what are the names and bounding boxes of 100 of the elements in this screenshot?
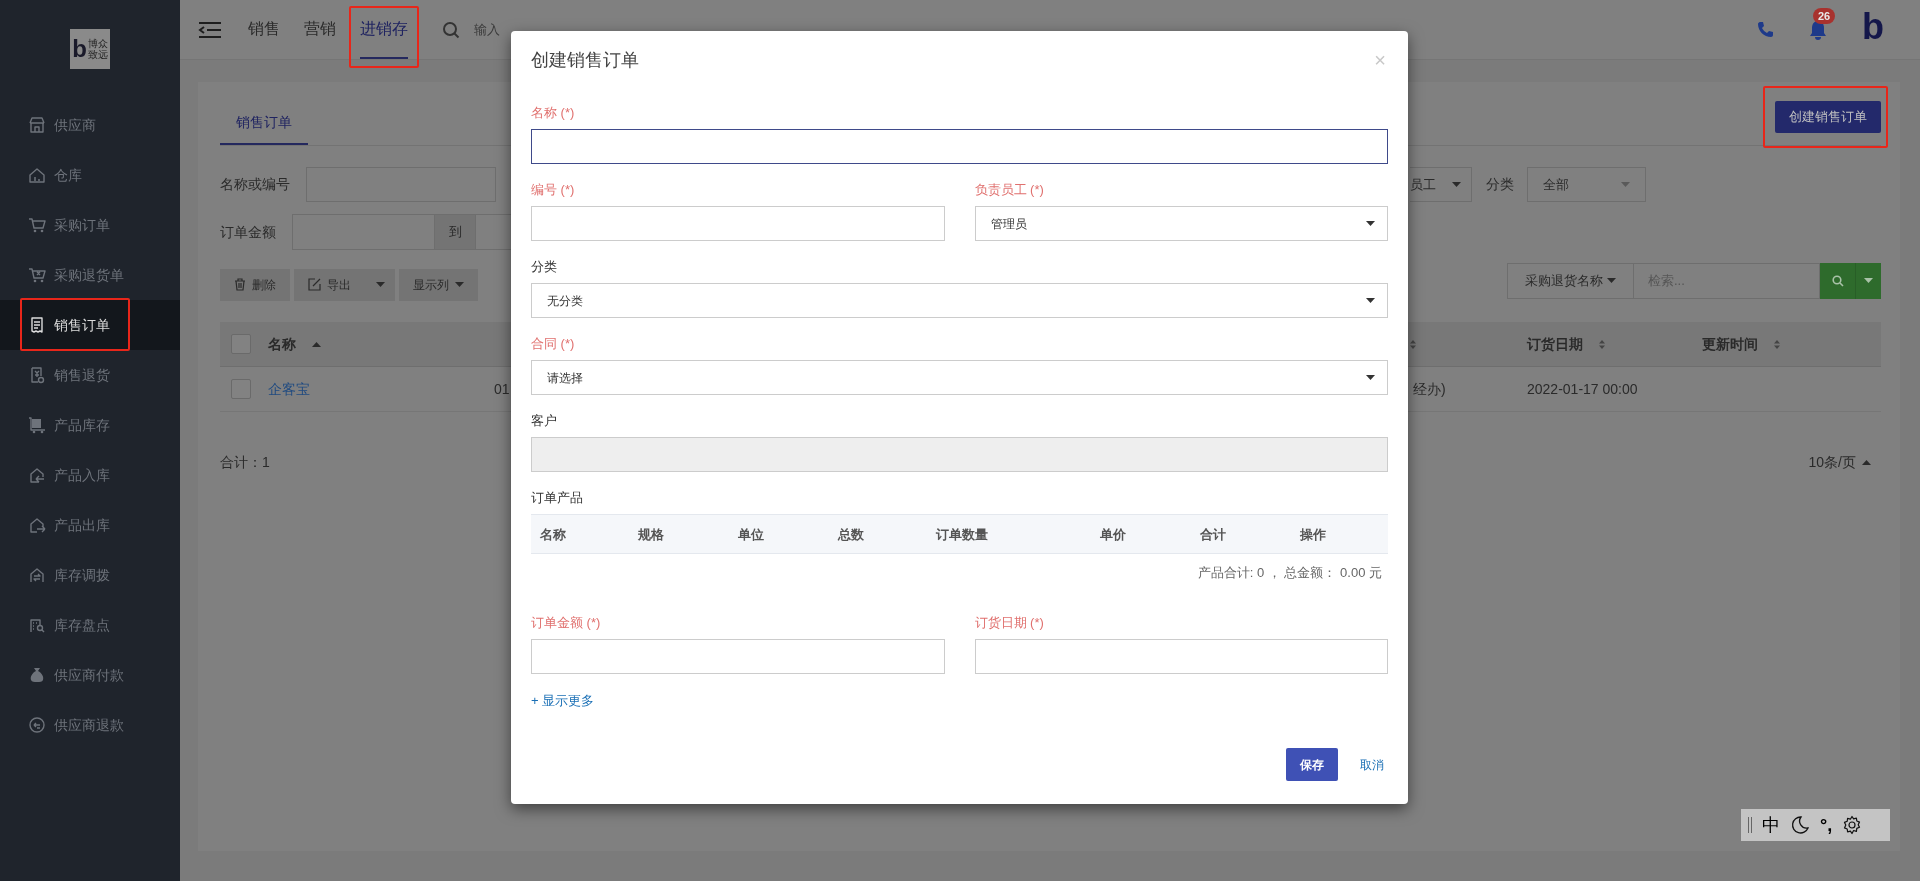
column-header: 订单数量 — [936, 527, 988, 542]
nav-tab[interactable]: 销售 — [248, 0, 280, 59]
input-mode-button[interactable]: 中 — [1762, 816, 1780, 834]
sidebar-item[interactable]: 供应商退款 — [0, 700, 180, 750]
checkbox[interactable] — [231, 334, 251, 354]
dropdown-toggle[interactable] — [365, 268, 395, 301]
toolbar-button[interactable]: 导出 — [294, 268, 365, 301]
search-button[interactable] — [1820, 262, 1855, 299]
column-header: 名称 — [268, 334, 296, 354]
category-dropdown[interactable]: 全部 — [1527, 167, 1646, 202]
caret-icon — [375, 282, 385, 287]
search-icon — [442, 20, 460, 39]
dropdown-field[interactable]: 请选择 — [531, 360, 1388, 395]
text-input-field[interactable] — [531, 129, 1388, 164]
notification-badge: 26 — [1813, 7, 1836, 24]
sidebar-item[interactable]: 供应商 — [0, 100, 180, 150]
sidebar-item[interactable]: 供应商付款 — [0, 650, 180, 700]
filter-label: 名称或编号 — [220, 175, 291, 194]
menu-icon[interactable] — [198, 21, 222, 38]
trash-icon — [234, 278, 246, 291]
sidebar-item[interactable]: 库存调拨 — [0, 550, 180, 600]
product-summary: 产品合计: 0 ， 总金额： 0.00 元 — [1197, 564, 1383, 582]
search-icon — [1831, 274, 1844, 287]
search-field-dropdown[interactable]: 采购退货名称 — [1507, 262, 1634, 299]
search-field[interactable]: 输入 — [474, 19, 674, 40]
caret-up-icon — [1862, 460, 1871, 465]
column-header: 总数 — [838, 527, 864, 542]
toolbar-button[interactable]: 显示列 — [399, 268, 478, 301]
create-order-button[interactable]: 创建销售订单 — [1775, 101, 1881, 133]
order-name-link[interactable]: 企客宝 — [268, 378, 494, 400]
column-header: 操作 — [1300, 527, 1326, 542]
toolbar-button[interactable]: 删除 — [220, 268, 290, 301]
sidebar-item[interactable]: 采购退货单 — [0, 250, 180, 300]
dialog-title: 创建销售订单 — [531, 48, 639, 72]
house-arrow-icon — [28, 516, 46, 534]
caret-icon — [1452, 182, 1461, 187]
cart-icon — [28, 266, 46, 284]
sidebar-item[interactable]: 产品库存 — [0, 400, 180, 450]
filter-label: 分类 — [1486, 175, 1514, 194]
column-header: 规格 — [638, 527, 664, 542]
filter-label: 订单金额 — [220, 222, 277, 242]
dropdown-field[interactable]: 管理员 — [974, 206, 1388, 241]
house-icon — [28, 166, 46, 184]
bell-icon[interactable] — [1808, 19, 1828, 40]
dropdown-field[interactable]: 无分类 — [531, 283, 1388, 318]
sidebar-item[interactable]: 产品出库 — [0, 500, 180, 550]
sort-ascending-icon[interactable] — [312, 341, 321, 347]
phone-icon[interactable] — [1756, 20, 1774, 39]
trolley-icon — [28, 416, 46, 434]
sort-icon[interactable] — [1774, 339, 1780, 349]
settings-icon[interactable] — [1842, 815, 1863, 835]
brand-logo: b — [1862, 8, 1884, 45]
checkbox[interactable] — [231, 379, 251, 399]
document-icon — [28, 366, 46, 384]
sidebar-item[interactable]: 仓库 — [0, 150, 180, 200]
column-header: 单位 — [738, 527, 764, 542]
page-tab[interactable]: 销售订单 — [220, 101, 308, 145]
sort-icon[interactable] — [1599, 339, 1605, 349]
sidebar-item[interactable]: 产品入库 — [0, 450, 180, 500]
field-label: 名称 (*) — [531, 104, 576, 122]
moon-icon[interactable] — [1790, 815, 1810, 835]
field-label: 订单金额 (*) — [531, 614, 602, 632]
sidebar-item[interactable]: 销售退货 — [0, 350, 180, 400]
show-more-link[interactable]: + 显示更多 — [531, 691, 595, 711]
table-cell: 2022-01-17 00:00 — [1527, 381, 1638, 397]
field-label: 客户 — [531, 412, 558, 430]
column-header: 订货日期 — [1527, 334, 1583, 354]
save-button[interactable]: 保存 — [1286, 748, 1338, 781]
dropdown-toggle[interactable] — [1855, 262, 1881, 299]
nav-tab[interactable]: 营销 — [304, 0, 336, 59]
sort-icon[interactable] — [1410, 339, 1416, 349]
field-label: 合同 (*) — [531, 335, 576, 353]
sidebar-item[interactable]: 采购订单 — [0, 200, 180, 250]
cancel-link[interactable]: 取消 — [1360, 755, 1384, 774]
table-cell-text: 经办) — [1412, 381, 1446, 397]
caret-icon — [1864, 278, 1873, 283]
grip-icon[interactable] — [1748, 817, 1752, 833]
caret-icon — [1366, 375, 1375, 380]
column-header: 名称 — [540, 527, 566, 542]
field-label: 负责员工 (*) — [974, 181, 1045, 199]
building-search-icon — [28, 616, 46, 634]
sidebar-item[interactable]: 库存盘点 — [0, 600, 180, 650]
caret-icon — [1366, 298, 1375, 303]
column-header: 合计 — [1200, 527, 1226, 542]
caret-icon — [1366, 221, 1375, 226]
field-label: 分类 — [531, 258, 558, 276]
table-cell-text: 01 — [494, 379, 510, 399]
punctuation-button[interactable]: °, — [1820, 816, 1833, 834]
page-size-dropdown[interactable]: 10条/页 — [1808, 452, 1871, 473]
caret-icon — [455, 282, 464, 287]
sidebar-item[interactable]: 销售订单 — [0, 300, 180, 350]
column-header: 更新时间 — [1702, 334, 1758, 354]
staff-dropdown[interactable]: 员工 — [1410, 167, 1472, 202]
column-header: 单价 — [1100, 527, 1126, 542]
caret-icon — [1621, 182, 1630, 187]
money-bag-icon — [28, 666, 46, 684]
caret-icon — [1607, 278, 1616, 283]
section-label: 订单产品 — [531, 489, 584, 507]
total-count: 合计：1 — [220, 453, 270, 472]
edit-icon — [308, 278, 321, 291]
